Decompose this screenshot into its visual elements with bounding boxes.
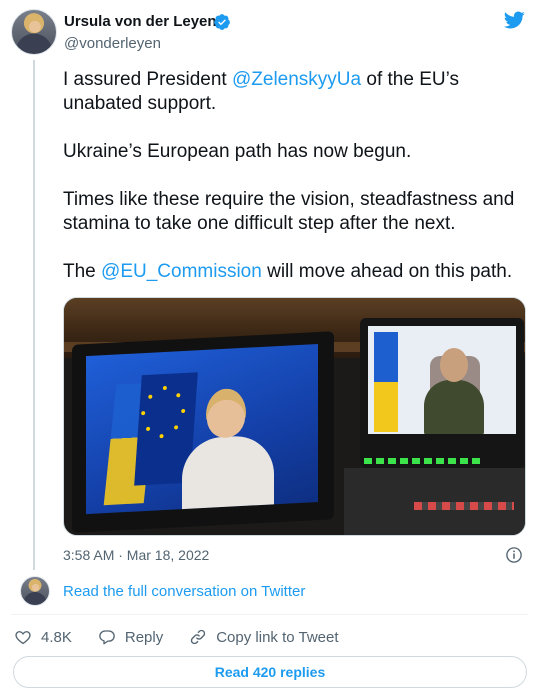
author-avatar[interactable] (11, 9, 57, 55)
twitter-bird-icon[interactable] (501, 9, 527, 31)
reply-label: Reply (124, 628, 164, 646)
photo-screen-right (368, 326, 516, 434)
tweet-text: I assured President @ZelenskyyUa of the … (63, 68, 533, 308)
info-icon[interactable] (505, 546, 523, 564)
photo-monitor-left (72, 331, 334, 533)
photo-screen-left (86, 343, 318, 515)
photo-remote-body (424, 380, 484, 434)
author-name[interactable]: Ursula von der Leyen (64, 13, 217, 30)
copy-link-button[interactable]: Copy link to Tweet (189, 628, 339, 646)
tweet-timestamp[interactable]: 3:58 AM · Mar 18, 2022 (63, 547, 209, 563)
read-conversation-link[interactable]: Read the full conversation on Twitter (63, 583, 305, 600)
photo-eu-star (162, 385, 168, 391)
photo-speaker-head (206, 387, 246, 440)
photo-ukraine-flag-right (374, 332, 398, 432)
photo-remote-head (440, 348, 468, 382)
tweet-paragraph-4: The @EU_Commission will move ahead on th… (63, 261, 513, 282)
photo-eu-star (173, 425, 179, 430)
reply-icon (99, 630, 115, 645)
photo-led-row (364, 458, 484, 464)
photo-eu-star (145, 426, 151, 431)
photo-eu-star (181, 408, 186, 414)
copy-link-label: Copy link to Tweet (216, 628, 339, 646)
tweet-paragraph-1: I assured President @ZelenskyyUa of the … (63, 69, 459, 114)
like-count: 4.8K (41, 628, 72, 646)
verified-badge-icon (214, 14, 230, 30)
tweet-paragraph-3: Times like these require the vision, ste… (63, 189, 515, 234)
reply-button[interactable]: Reply (98, 628, 163, 646)
like-button[interactable]: 4.8K (14, 628, 72, 646)
conversation-avatar[interactable] (20, 576, 50, 606)
tweet-card: Ursula von der Leyen @vonderleyen I assu… (0, 0, 541, 698)
heart-icon (15, 631, 31, 645)
mention-eu-commission-link[interactable]: @EU_Commission (101, 261, 262, 282)
photo-eu-star (141, 411, 146, 416)
thread-line (33, 60, 35, 570)
photo-speaker-body (182, 434, 274, 515)
read-replies-button[interactable]: Read 420 replies (13, 656, 527, 688)
link-icon (191, 629, 206, 645)
mention-zelenskyyua-link[interactable]: @ZelenskyyUa (232, 69, 361, 90)
tweet-photo[interactable] (63, 297, 526, 536)
photo-console-buttons (414, 502, 514, 510)
tweet-paragraph-2: Ukraine’s European path has now begun. (63, 141, 412, 162)
divider (11, 614, 528, 615)
author-handle[interactable]: @vonderleyen (64, 35, 161, 52)
photo-eu-star (176, 393, 181, 398)
tweet-actions: 4.8K Reply Copy link to Tweet (14, 626, 365, 648)
photo-eu-star (159, 434, 164, 439)
photo-monitor-right (360, 318, 524, 468)
photo-eu-star (148, 394, 153, 399)
